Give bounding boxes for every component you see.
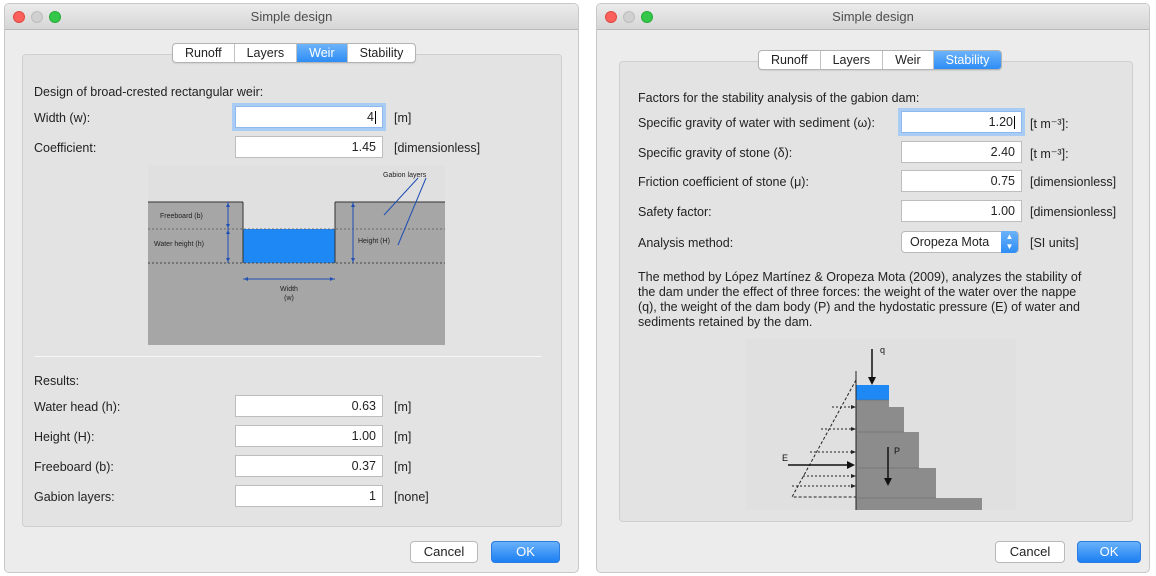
water-sediment-gravity-label: Specific gravity of water with sediment … bbox=[638, 116, 875, 130]
friction-coefficient-unit: [dimensionless] bbox=[1030, 175, 1117, 189]
tab-runoff[interactable]: Runoff bbox=[759, 51, 821, 69]
tab-weir[interactable]: Weir bbox=[883, 51, 934, 69]
width-label: Width bbox=[280, 286, 298, 293]
window-controls bbox=[13, 11, 67, 37]
freeboard-label: Freeboard (b): bbox=[34, 460, 114, 474]
stability-diagram: q P E bbox=[746, 339, 1016, 510]
water-height-label: Water height (h) bbox=[154, 241, 204, 248]
description-line: (q), the weight of the dam body (P) and … bbox=[638, 300, 1080, 314]
window-title: Simple design bbox=[250, 9, 333, 24]
water-head-label: Water head (h): bbox=[34, 400, 121, 414]
description-line: The method by López Martínez & Oropeza M… bbox=[638, 270, 1082, 284]
analysis-method-label: Analysis method: bbox=[638, 236, 734, 250]
stone-gravity-unit: [t m⁻³]: bbox=[1030, 147, 1069, 161]
width-label: Width (w): bbox=[34, 111, 91, 125]
weir-diagram: Gabion layers Freeboard (b) Water height… bbox=[148, 165, 445, 345]
safety-factor-label: Safety factor: bbox=[638, 205, 712, 219]
analysis-method-unit: [SI units] bbox=[1030, 236, 1079, 250]
safety-factor-input[interactable]: 1.00 bbox=[901, 200, 1022, 222]
height-unit: [m] bbox=[394, 430, 412, 444]
width-unit: [m] bbox=[394, 111, 412, 125]
water-sediment-gravity-unit: [t m⁻³]: bbox=[1030, 117, 1069, 131]
q-label: q bbox=[880, 345, 885, 355]
stability-window: Simple design Runoff Layers Weir Stabili… bbox=[596, 3, 1150, 573]
window-controls bbox=[605, 11, 659, 37]
section-title: Design of broad-crested rectangular weir… bbox=[34, 85, 264, 99]
ok-button[interactable]: OK bbox=[1077, 541, 1141, 563]
results-title: Results: bbox=[34, 374, 80, 388]
width-sub-label: (w) bbox=[284, 295, 294, 302]
description-line: the dam under the effect of three forces… bbox=[638, 285, 1077, 299]
analysis-method-select[interactable]: Oropeza Mota ▲ ▼ bbox=[901, 231, 1019, 253]
cancel-button[interactable]: Cancel bbox=[410, 541, 478, 563]
stone-gravity-input[interactable]: 2.40 bbox=[901, 141, 1022, 163]
zoom-icon[interactable] bbox=[49, 11, 61, 23]
water-head-field[interactable]: 0.63 bbox=[235, 395, 383, 417]
tab-bar: Runoff Layers Weir Stability bbox=[172, 43, 417, 63]
tab-runoff[interactable]: Runoff bbox=[173, 44, 235, 62]
tab-bar: Runoff Layers Weir Stability bbox=[758, 50, 1003, 70]
gabion-layer-2 bbox=[856, 407, 904, 432]
freeboard-unit: [m] bbox=[394, 460, 412, 474]
weir-window: Simple design Runoff Layers Weir Stabili… bbox=[4, 3, 579, 573]
height-label: Height (H) bbox=[358, 238, 390, 245]
stone-gravity-label: Specific gravity of stone (δ): bbox=[638, 146, 793, 160]
zoom-icon[interactable] bbox=[641, 11, 653, 23]
section-divider bbox=[34, 356, 542, 357]
description-line: sediments retained by the dam. bbox=[638, 315, 813, 329]
text-caret bbox=[1014, 116, 1015, 130]
p-label: P bbox=[894, 446, 900, 456]
titlebar[interactable]: Simple design bbox=[5, 4, 578, 30]
freeboard-field[interactable]: 0.37 bbox=[235, 455, 383, 477]
tab-layers[interactable]: Layers bbox=[821, 51, 884, 69]
height-field[interactable]: 1.00 bbox=[235, 425, 383, 447]
friction-coefficient-label: Friction coefficient of stone (μ): bbox=[638, 175, 809, 189]
gabion-layers-label: Gabion layers: bbox=[34, 490, 115, 504]
tab-stability[interactable]: Stability bbox=[348, 44, 416, 62]
water-head-unit: [m] bbox=[394, 400, 412, 414]
tab-weir[interactable]: Weir bbox=[297, 44, 348, 62]
text-caret bbox=[375, 111, 376, 125]
diagram-background-patch bbox=[889, 400, 905, 408]
freeboard-label: Freeboard (b) bbox=[160, 213, 203, 220]
analysis-method-value: Oropeza Mota bbox=[910, 235, 990, 249]
friction-coefficient-input[interactable]: 0.75 bbox=[901, 170, 1022, 192]
tab-stability[interactable]: Stability bbox=[933, 51, 1002, 69]
minimize-icon[interactable] bbox=[623, 11, 635, 23]
gabion-base bbox=[856, 498, 982, 510]
close-icon[interactable] bbox=[13, 11, 25, 23]
cancel-button[interactable]: Cancel bbox=[995, 541, 1065, 563]
titlebar[interactable]: Simple design bbox=[597, 4, 1149, 30]
close-icon[interactable] bbox=[605, 11, 617, 23]
height-label: Height (H): bbox=[34, 430, 95, 444]
safety-factor-unit: [dimensionless] bbox=[1030, 205, 1117, 219]
minimize-icon[interactable] bbox=[31, 11, 43, 23]
gabion-layers-unit: [none] bbox=[394, 490, 429, 504]
tab-content: Design of broad-crested rectangular weir… bbox=[22, 54, 562, 527]
water-area bbox=[243, 229, 335, 263]
width-input[interactable]: 4 bbox=[235, 106, 383, 128]
gabion-layer-4 bbox=[856, 468, 936, 498]
coefficient-label: Coefficient: bbox=[34, 141, 97, 155]
e-label: E bbox=[782, 453, 788, 463]
coefficient-unit: [dimensionless] bbox=[394, 141, 481, 155]
tab-content: Factors for the stability analysis of th… bbox=[619, 61, 1133, 522]
select-arrows-icon: ▲ ▼ bbox=[1001, 231, 1018, 253]
window-title: Simple design bbox=[832, 9, 914, 24]
nappe-water bbox=[856, 385, 889, 400]
ok-button[interactable]: OK bbox=[491, 541, 560, 563]
method-description: The method by López Martínez & Oropeza M… bbox=[638, 270, 1128, 330]
water-sediment-gravity-input[interactable]: 1.20 bbox=[901, 111, 1022, 133]
tab-layers[interactable]: Layers bbox=[235, 44, 298, 62]
gabion-layers-label: Gabion layers bbox=[383, 172, 427, 179]
coefficient-input[interactable]: 1.45 bbox=[235, 136, 383, 158]
gabion-layers-field[interactable]: 1 bbox=[235, 485, 383, 507]
section-title: Factors for the stability analysis of th… bbox=[638, 91, 920, 105]
